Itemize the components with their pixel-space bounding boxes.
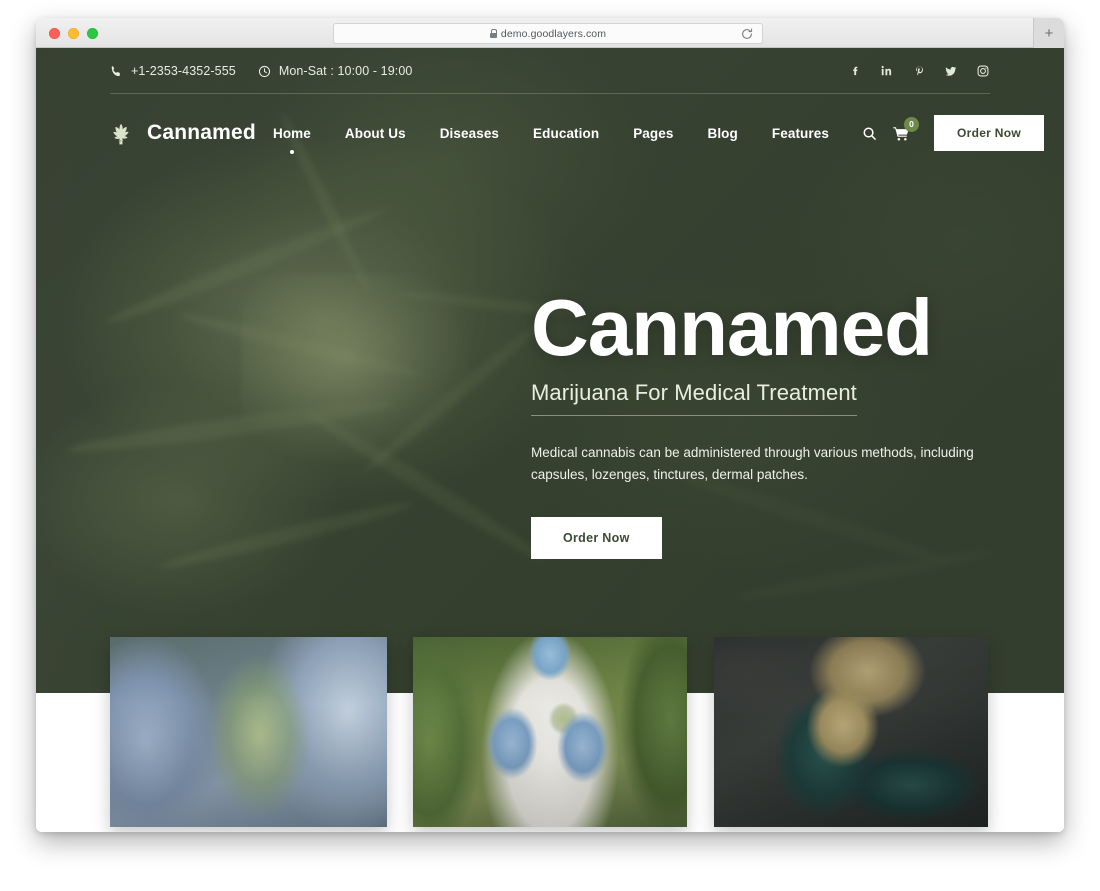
hero-content: Cannamed Marijuana For Medical Treatment… (531, 288, 1001, 559)
instagram-icon[interactable] (976, 63, 990, 79)
site-header: Cannamed Home About Us Diseases Educatio… (36, 94, 1064, 172)
hero-title: Cannamed (531, 283, 933, 372)
header-order-now-button[interactable]: Order Now (933, 115, 1045, 151)
reload-icon[interactable] (740, 27, 754, 41)
shopping-cart-icon[interactable]: 0 (893, 116, 919, 141)
card-scientist-lab-coat[interactable] (413, 637, 687, 827)
card-shade (110, 637, 387, 827)
hero-section: +1-2353-4352-555 Mon-Sat : 10:00 - 19:00 (36, 48, 1064, 693)
card-glass-pipe-bud[interactable] (714, 637, 988, 827)
nav-item-education[interactable]: Education (516, 126, 616, 141)
close-window-button[interactable] (49, 28, 60, 39)
site-logo[interactable]: Cannamed (110, 120, 256, 146)
new-tab-button[interactable]: + (1033, 18, 1064, 48)
cart-count-badge: 0 (903, 116, 919, 132)
phone-info[interactable]: +1-2353-4352-555 (110, 64, 236, 78)
card-gloved-hands-cannabis-bud[interactable] (110, 637, 387, 827)
search-icon[interactable] (862, 126, 877, 141)
page-viewport: +1-2353-4352-555 Mon-Sat : 10:00 - 19:00 (36, 48, 1064, 832)
facebook-icon[interactable] (848, 63, 862, 79)
address-bar[interactable]: demo.goodlayers.com (333, 23, 763, 44)
nav-item-features[interactable]: Features (755, 126, 846, 141)
hero-subtitle: Marijuana For Medical Treatment (531, 380, 857, 416)
lock-icon (489, 29, 498, 38)
nav-item-blog[interactable]: Blog (690, 126, 754, 141)
logo-text: Cannamed (147, 121, 256, 144)
card-shade (413, 637, 687, 827)
hours-info: Mon-Sat : 10:00 - 19:00 (258, 64, 413, 78)
phone-icon (110, 65, 123, 78)
nav-item-about-us[interactable]: About Us (328, 126, 423, 141)
hero-paragraph: Medical cannabis can be administered thr… (531, 445, 974, 482)
hero-order-now-button[interactable]: Order Now (531, 516, 662, 559)
clock-icon (258, 65, 271, 78)
zoom-window-button[interactable] (87, 28, 98, 39)
window-traffic-lights (49, 28, 98, 39)
browser-window: demo.goodlayers.com + +1-2353-4352-555 M… (36, 18, 1064, 832)
nav-label: Home (272, 125, 311, 141)
browser-chrome-bar: demo.goodlayers.com + (36, 18, 1064, 48)
card-shade (714, 637, 988, 827)
nav-item-home[interactable]: Home (256, 125, 328, 154)
main-navigation: Home About Us Diseases Education Pages B… (256, 115, 1045, 154)
phone-number: +1-2353-4352-555 (131, 64, 236, 78)
minimize-window-button[interactable] (68, 28, 79, 39)
twitter-icon[interactable] (944, 63, 958, 79)
address-bar-url: demo.goodlayers.com (500, 27, 607, 40)
nav-item-diseases[interactable]: Diseases (423, 126, 516, 141)
linkedin-icon[interactable] (880, 63, 894, 79)
nav-item-pages[interactable]: Pages (616, 126, 690, 141)
header-icon-group: 0 (862, 116, 919, 141)
active-indicator-dot (289, 149, 294, 154)
business-hours: Mon-Sat : 10:00 - 19:00 (278, 64, 413, 78)
utility-topbar: +1-2353-4352-555 Mon-Sat : 10:00 - 19:00 (36, 48, 1064, 94)
pinterest-icon[interactable] (912, 63, 926, 79)
cannabis-leaf-icon (110, 120, 136, 146)
